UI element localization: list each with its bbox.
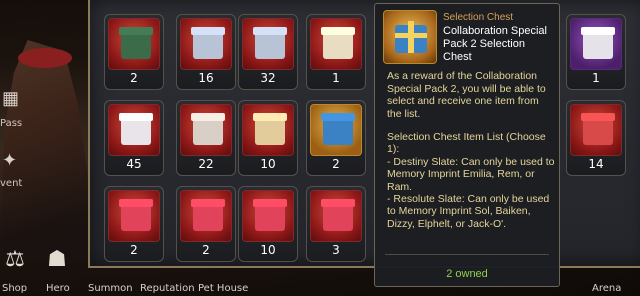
chest-icon bbox=[570, 18, 622, 70]
gift-chest-icon bbox=[383, 10, 437, 64]
nav-arena[interactable]: Arena bbox=[592, 283, 621, 294]
character-hat bbox=[18, 48, 72, 68]
item-count: 3 bbox=[332, 243, 340, 257]
chest-icon bbox=[108, 18, 160, 70]
chest-icon bbox=[242, 18, 294, 70]
item-count: 32 bbox=[260, 71, 276, 85]
hero-icon[interactable]: ☗ bbox=[42, 246, 72, 276]
nav-hero[interactable]: Hero bbox=[46, 283, 70, 294]
inventory-slot[interactable]: 2 bbox=[176, 186, 236, 262]
inventory-slot[interactable]: 10 bbox=[238, 186, 298, 262]
inventory-slot[interactable]: 2 bbox=[104, 186, 164, 262]
chest-icon bbox=[310, 18, 362, 70]
inventory-slot[interactable]: 3 bbox=[306, 186, 366, 262]
inventory-slot[interactable]: 14 bbox=[566, 100, 626, 176]
inventory-slot[interactable]: 45 bbox=[104, 100, 164, 176]
event-label[interactable]: vent bbox=[0, 178, 22, 189]
inventory-slot[interactable]: 2 bbox=[104, 14, 164, 90]
chest-icon bbox=[242, 190, 294, 242]
nav-shop[interactable]: Shop bbox=[2, 283, 27, 294]
item-count: 2 bbox=[332, 157, 340, 171]
chest-icon bbox=[108, 104, 160, 156]
inventory-slot[interactable]: 1 bbox=[306, 14, 366, 90]
pass-label[interactable]: Pass bbox=[0, 118, 22, 129]
item-description: As a reward of the Collaboration Special… bbox=[387, 70, 546, 120]
inventory-slot[interactable]: 22 bbox=[176, 100, 236, 176]
item-count: 1 bbox=[332, 71, 340, 85]
item-count: 22 bbox=[198, 157, 214, 171]
item-choice-list: Selection Chest Item List (Choose 1): - … bbox=[387, 131, 555, 230]
chest-icon bbox=[310, 104, 362, 156]
pass-icon[interactable]: ▦ bbox=[2, 88, 19, 109]
chest-icon bbox=[180, 190, 232, 242]
item-count: 2 bbox=[202, 243, 210, 257]
chest-icon bbox=[570, 104, 622, 156]
chest-icon bbox=[108, 190, 160, 242]
nav-summon[interactable]: Summon bbox=[88, 283, 133, 294]
item-count: 1 bbox=[592, 71, 600, 85]
inventory-slot[interactable]: 16 bbox=[176, 14, 236, 90]
chest-icon bbox=[242, 104, 294, 156]
inventory-slot[interactable]: 10 bbox=[238, 100, 298, 176]
item-name: Collaboration Special Pack 2 Selection C… bbox=[443, 25, 547, 63]
inventory-slot[interactable]: 1 bbox=[566, 14, 626, 90]
nav-pet-house[interactable]: Pet House bbox=[198, 283, 248, 294]
item-count: 16 bbox=[198, 71, 214, 85]
owned-count: 2 owned bbox=[446, 268, 488, 280]
nav-reputation[interactable]: Reputation bbox=[140, 283, 195, 294]
inventory-slot[interactable]: 2 bbox=[306, 100, 366, 176]
item-tooltip: Selection Chest Collaboration Special Pa… bbox=[374, 3, 560, 287]
item-count: 2 bbox=[130, 71, 138, 85]
chest-icon bbox=[180, 18, 232, 70]
inventory-slot[interactable]: 32 bbox=[238, 14, 298, 90]
shop-icon[interactable]: ⚖ bbox=[0, 246, 30, 276]
item-count: 10 bbox=[260, 243, 276, 257]
chest-icon bbox=[180, 104, 232, 156]
chest-icon bbox=[310, 190, 362, 242]
item-count: 2 bbox=[130, 243, 138, 257]
item-count: 10 bbox=[260, 157, 276, 171]
item-category: Selection Chest bbox=[443, 12, 514, 23]
event-icon[interactable]: ✦ bbox=[2, 150, 17, 171]
item-count: 45 bbox=[126, 157, 142, 171]
tooltip-divider bbox=[385, 254, 549, 255]
item-count: 14 bbox=[588, 157, 604, 171]
